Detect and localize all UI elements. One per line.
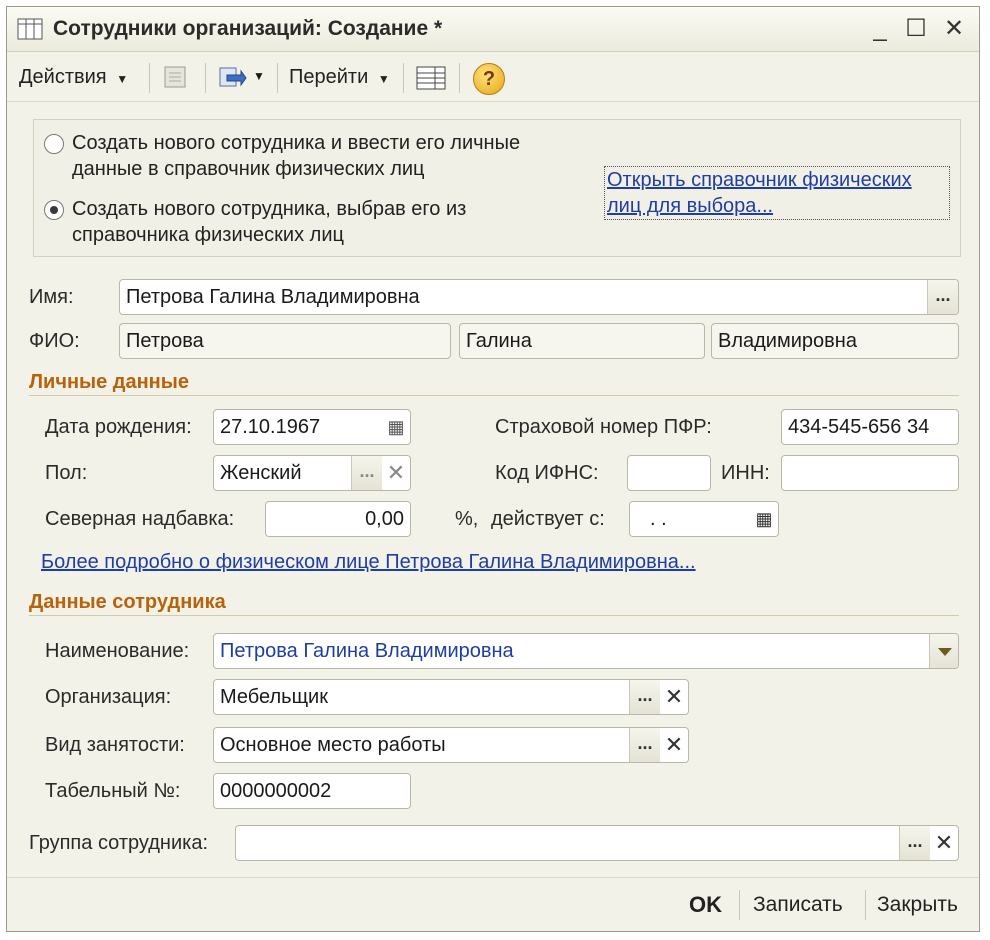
section-divider bbox=[29, 395, 959, 396]
gender-select-button[interactable]: ... bbox=[351, 456, 382, 490]
toolbar-separator bbox=[205, 63, 206, 93]
toolbar-separator bbox=[277, 63, 278, 93]
employee-name-value: Петрова Галина Владимировна bbox=[220, 640, 514, 662]
window-title: Сотрудники организаций: Создание * bbox=[53, 17, 443, 40]
employee-group-field[interactable]: ... ✕ bbox=[235, 825, 959, 861]
fio-label: ФИО: bbox=[29, 330, 80, 352]
radio-new-person-label[interactable]: Создать нового сотрудника и ввести его л… bbox=[72, 130, 592, 182]
birth-date-field[interactable]: 27.10.1967 ▦ bbox=[213, 409, 411, 445]
employee-group-label: Группа сотрудника: bbox=[29, 832, 209, 854]
north-bonus-label: Северная надбавка: bbox=[45, 508, 235, 530]
toolbar: Действия ▼ ▼ Перейти ▼ ? bbox=[7, 53, 979, 102]
birth-date-label: Дата рождения: bbox=[45, 416, 192, 438]
effective-from-label: действует с: bbox=[491, 508, 605, 530]
organization-select-button[interactable]: ... bbox=[629, 680, 660, 714]
employment-type-value: Основное место работы bbox=[220, 734, 446, 756]
title-bar: Сотрудники организаций: Создание * _ ☐ ✕ bbox=[7, 7, 979, 52]
effective-from-value: . . bbox=[650, 508, 667, 530]
personal-section-title: Личные данные bbox=[29, 371, 189, 393]
dialog-window: Сотрудники организаций: Создание * _ ☐ ✕… bbox=[6, 6, 980, 932]
goto-label: Перейти bbox=[289, 66, 369, 88]
calendar-icon[interactable]: ▦ bbox=[750, 502, 778, 536]
catalog-icon bbox=[17, 18, 43, 40]
name-select-button[interactable]: ... bbox=[927, 280, 958, 314]
toolbar-separator bbox=[459, 63, 460, 93]
section-divider bbox=[29, 615, 959, 616]
footer-separator bbox=[865, 890, 866, 920]
close-button[interactable]: Закрыть bbox=[877, 890, 958, 920]
employee-group-select-button[interactable]: ... bbox=[899, 826, 930, 860]
clear-icon[interactable]: ✕ bbox=[660, 728, 688, 762]
clear-icon[interactable]: ✕ bbox=[930, 826, 958, 860]
last-name-field[interactable]: Петрова bbox=[119, 323, 451, 359]
actions-menu[interactable]: Действия ▼ bbox=[19, 63, 128, 91]
tab-number-field[interactable]: 0000000002 bbox=[213, 773, 411, 809]
calendar-icon[interactable]: ▦ bbox=[382, 410, 410, 444]
pfr-label: Страховой номер ПФР: bbox=[495, 416, 712, 438]
inn-label: ИНН: bbox=[721, 462, 770, 484]
ok-button[interactable]: OK bbox=[689, 890, 722, 920]
radio-select-person-label[interactable]: Создать нового сотрудника, выбрав его из… bbox=[72, 196, 542, 248]
actions-label: Действия bbox=[19, 66, 107, 88]
footer-bar: OK Записать Закрыть bbox=[7, 877, 979, 932]
based-on-button[interactable]: ▼ bbox=[217, 65, 269, 91]
chevron-down-icon: ▼ bbox=[377, 72, 390, 86]
employee-section-title: Данные сотрудника bbox=[29, 591, 226, 613]
name-field[interactable]: Петрова Галина Владимировна ... bbox=[119, 279, 959, 315]
toolbar-separator bbox=[149, 63, 150, 93]
north-bonus-field[interactable]: 0,00 bbox=[265, 501, 411, 537]
gender-value: Женский bbox=[220, 462, 302, 484]
effective-from-field[interactable]: . . ▦ bbox=[629, 501, 779, 537]
name-value: Петрова Галина Владимировна bbox=[126, 286, 420, 308]
ifns-label: Код ИФНС: bbox=[495, 462, 599, 484]
radio-new-person[interactable] bbox=[44, 134, 64, 154]
radio-select-person[interactable] bbox=[44, 200, 64, 220]
help-icon[interactable]: ? bbox=[473, 63, 505, 95]
minimize-button[interactable]: _ bbox=[865, 15, 895, 43]
employment-type-field[interactable]: Основное место работы ... ✕ bbox=[213, 727, 689, 763]
structure-icon[interactable] bbox=[415, 65, 447, 91]
person-details-link[interactable]: Более подробно о физическом лице Петрова… bbox=[41, 549, 696, 575]
gender-label: Пол: bbox=[45, 462, 88, 484]
copy-arrow-icon bbox=[219, 67, 247, 87]
open-persons-catalog-link[interactable]: Открыть справочник физических лиц для вы… bbox=[604, 166, 950, 220]
creation-mode-group: Создать нового сотрудника и ввести его л… bbox=[33, 119, 961, 257]
footer-separator bbox=[739, 890, 740, 920]
inn-field[interactable] bbox=[781, 455, 959, 491]
employee-name-field[interactable]: Петрова Галина Владимировна bbox=[213, 633, 959, 669]
clear-icon[interactable]: ✕ bbox=[660, 680, 688, 714]
organization-value: Мебельщик bbox=[220, 686, 328, 708]
clear-icon[interactable]: ✕ bbox=[382, 456, 410, 490]
first-name-field[interactable]: Галина bbox=[459, 323, 705, 359]
chevron-down-icon: ▼ bbox=[116, 72, 129, 86]
goto-menu[interactable]: Перейти ▼ bbox=[289, 63, 390, 91]
toolbar-separator bbox=[403, 63, 404, 93]
ifns-field[interactable] bbox=[627, 455, 711, 491]
employment-type-label: Вид занятости: bbox=[45, 734, 185, 756]
middle-name-field[interactable]: Владимировна bbox=[711, 323, 959, 359]
pfr-field[interactable]: 434-545-656 34 bbox=[781, 409, 959, 445]
maximize-button[interactable]: ☐ bbox=[901, 15, 931, 43]
percent-label: %, bbox=[455, 508, 479, 530]
name-label: Имя: bbox=[29, 286, 74, 308]
post-document-icon[interactable] bbox=[161, 65, 191, 91]
organization-field[interactable]: Мебельщик ... ✕ bbox=[213, 679, 689, 715]
employment-type-select-button[interactable]: ... bbox=[629, 728, 660, 762]
birth-date-value: 27.10.1967 bbox=[220, 416, 321, 438]
chevron-down-icon[interactable] bbox=[929, 634, 958, 668]
tab-number-label: Табельный №: bbox=[45, 780, 181, 802]
gender-field[interactable]: Женский ... ✕ bbox=[213, 455, 411, 491]
chevron-down-icon: ▼ bbox=[253, 69, 265, 83]
employee-name-label: Наименование: bbox=[45, 640, 190, 662]
save-button[interactable]: Записать bbox=[753, 890, 843, 920]
close-window-button[interactable]: ✕ bbox=[939, 15, 969, 43]
organization-label: Организация: bbox=[45, 686, 172, 708]
